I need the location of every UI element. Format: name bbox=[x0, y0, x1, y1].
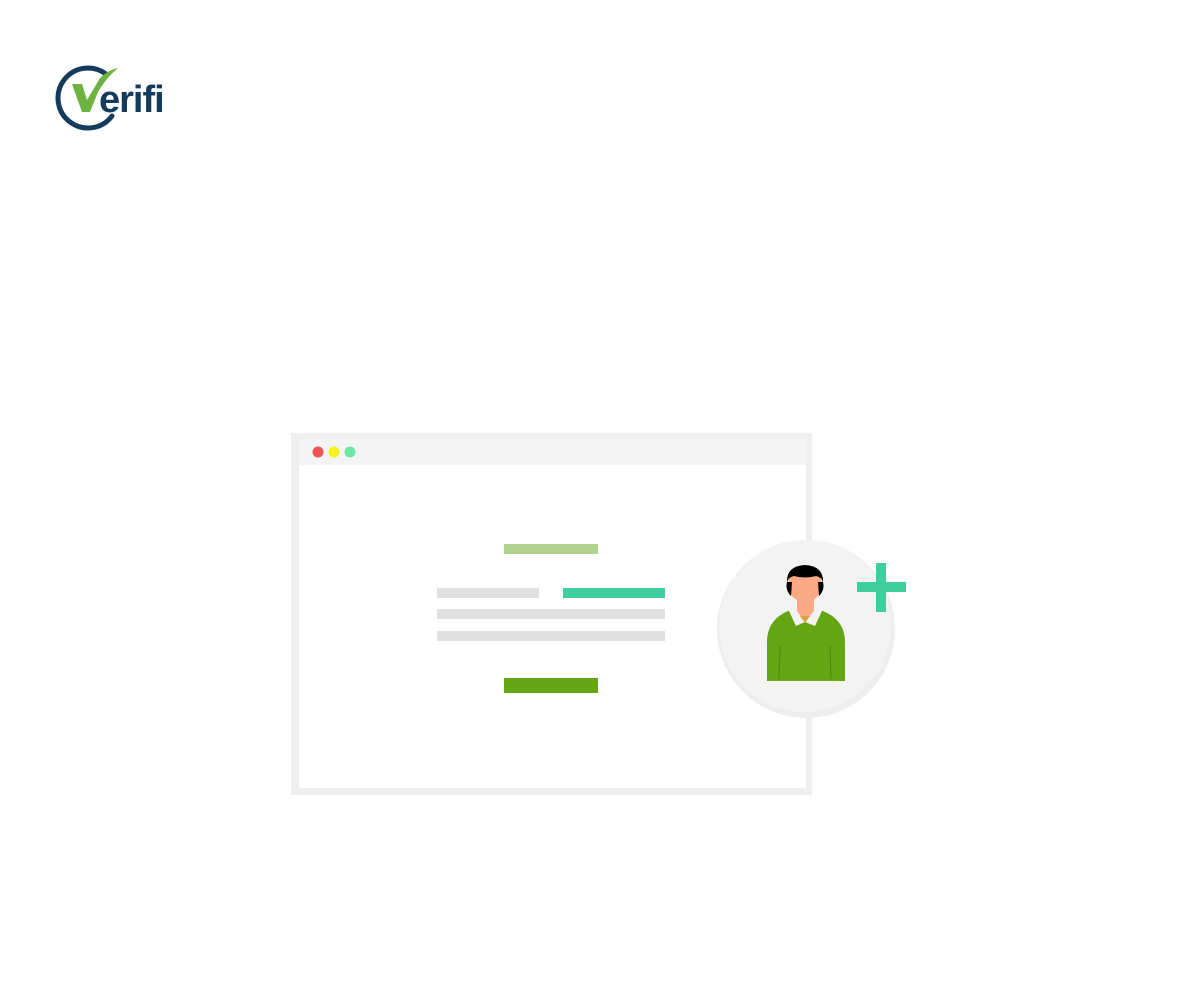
form-label-placeholder bbox=[437, 588, 539, 598]
browser-titlebar bbox=[299, 439, 806, 465]
window-close-dot-icon bbox=[312, 446, 324, 458]
form-title-placeholder bbox=[504, 544, 598, 554]
add-user-illustration bbox=[288, 430, 913, 800]
verifi-logo[interactable]: erifi bbox=[54, 64, 194, 132]
window-minimize-dot-icon bbox=[328, 446, 340, 458]
form-value-placeholder bbox=[563, 588, 665, 598]
verifi-logo-mark: erifi bbox=[55, 65, 165, 131]
page: erifi bbox=[0, 0, 1200, 995]
form-line-placeholder bbox=[437, 631, 665, 641]
illustration-svg bbox=[291, 433, 906, 795]
logo-text: erifi bbox=[99, 79, 164, 121]
form-line-placeholder bbox=[437, 609, 665, 619]
form-button-placeholder bbox=[504, 678, 598, 693]
window-maximize-dot-icon bbox=[344, 446, 356, 458]
